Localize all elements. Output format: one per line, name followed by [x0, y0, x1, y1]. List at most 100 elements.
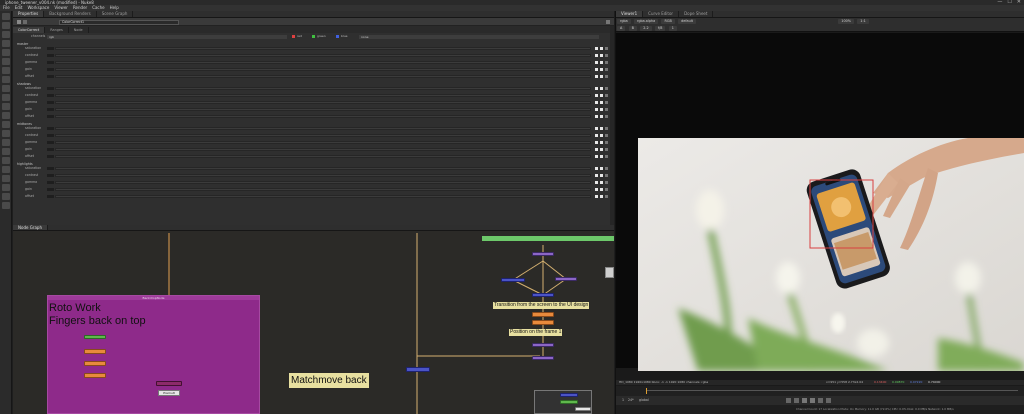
slider-master-gamma[interactable] — [55, 61, 591, 64]
slider-highlights-offset[interactable] — [55, 195, 591, 198]
value-field-shadows-gain[interactable] — [47, 108, 54, 111]
slider-shadows-gamma[interactable] — [55, 101, 591, 104]
channel-toggle-icon[interactable] — [595, 181, 598, 184]
input-b-button[interactable]: B — [628, 26, 637, 31]
transform-left-node[interactable] — [501, 278, 525, 282]
particles-tool-icon[interactable] — [2, 121, 10, 128]
channel-toggle-icon[interactable] — [605, 87, 608, 90]
value-field-highlights-offset[interactable] — [47, 195, 54, 198]
dissolve-node[interactable] — [532, 293, 554, 297]
channel-toggle-icon[interactable] — [605, 115, 608, 118]
channel-toggle-icon[interactable] — [605, 127, 608, 130]
tab-background-renders[interactable]: Background Renders — [44, 11, 97, 17]
timeline-playhead[interactable] — [646, 388, 647, 394]
filter-tool-icon[interactable] — [2, 58, 10, 65]
channel-toggle-icon[interactable] — [595, 101, 598, 104]
channel-toggle-icon[interactable] — [605, 75, 608, 78]
lower-node-1[interactable] — [560, 393, 578, 397]
deep-tool-icon[interactable] — [2, 130, 10, 137]
lower-node-2[interactable] — [560, 400, 578, 404]
value-field-master-gain[interactable] — [47, 68, 54, 71]
channel-toggle-icon[interactable] — [600, 47, 603, 50]
metadata-tool-icon[interactable] — [2, 112, 10, 119]
channel-toggle-icon[interactable] — [605, 47, 608, 50]
value-field-shadows-saturation[interactable] — [47, 87, 54, 90]
views-tool-icon[interactable] — [2, 103, 10, 110]
red-check-icon[interactable] — [292, 35, 295, 38]
slider-shadows-contrast[interactable] — [55, 94, 591, 97]
next-frame-icon[interactable] — [818, 398, 823, 403]
furnace-tool-icon[interactable] — [2, 157, 10, 164]
extra-tool-icon[interactable] — [2, 193, 10, 200]
channel-toggle-icon[interactable] — [605, 134, 608, 137]
channel-toggle-icon[interactable] — [595, 94, 598, 97]
collapse-icon[interactable] — [17, 20, 21, 24]
read-backdrop-bar[interactable] — [482, 236, 614, 241]
value-field-shadows-offset[interactable] — [47, 115, 54, 118]
position-note[interactable]: Position on the frame 1 — [509, 329, 563, 336]
orange-node-1[interactable] — [532, 312, 554, 317]
transform-tool-icon[interactable] — [2, 85, 10, 92]
channel-toggle-icon[interactable] — [605, 61, 608, 64]
value-field-shadows-contrast[interactable] — [47, 94, 54, 97]
channel-toggle-icon[interactable] — [605, 167, 608, 170]
slider-highlights-contrast[interactable] — [55, 174, 591, 177]
value-field-master-gamma[interactable] — [47, 61, 54, 64]
close-panel-icon[interactable] — [606, 20, 610, 24]
merge-tool-icon[interactable] — [2, 76, 10, 83]
tab-properties[interactable]: Properties — [13, 11, 45, 17]
roto-node[interactable] — [84, 335, 106, 339]
channel-toggle-icon[interactable] — [595, 68, 598, 71]
value-field-master-offset[interactable] — [47, 75, 54, 78]
channel-toggle-icon[interactable] — [600, 148, 603, 151]
channel-toggle-icon[interactable] — [595, 115, 598, 118]
value-field-shadows-gamma[interactable] — [47, 101, 54, 104]
gizmo-tool-icon[interactable] — [2, 175, 10, 182]
play-forward-icon[interactable] — [810, 398, 815, 403]
channel-toggle-icon[interactable] — [595, 54, 598, 57]
merge-node[interactable] — [156, 381, 182, 386]
channel-toggle-icon[interactable] — [600, 54, 603, 57]
channel-toggle-icon[interactable] — [605, 174, 608, 177]
channel-toggle-icon[interactable] — [600, 181, 603, 184]
reformat-node[interactable] — [532, 252, 554, 256]
user-tool-icon[interactable] — [2, 202, 10, 209]
transition-note[interactable]: Transition from the screen to the UI des… — [493, 302, 590, 309]
tab-scene-graph[interactable]: Scene Graph — [97, 11, 134, 17]
premult-node[interactable]: Premult — [158, 390, 180, 396]
channel-toggle-icon[interactable] — [600, 174, 603, 177]
slider-master-gain[interactable] — [55, 68, 591, 71]
lut-dropdown[interactable]: default — [678, 19, 697, 24]
purple-node-1[interactable] — [532, 343, 554, 347]
slider-shadows-gain[interactable] — [55, 108, 591, 111]
tab-dope-sheet[interactable]: Dope Sheet — [679, 11, 714, 17]
channel-toggle-icon[interactable] — [605, 148, 608, 151]
blur-node[interactable] — [84, 361, 106, 366]
tab-node[interactable]: Node — [69, 27, 89, 33]
alpha-dropdown[interactable]: rgba.alpha — [634, 19, 659, 24]
slider-midtones-saturation[interactable] — [55, 127, 591, 130]
slider-shadows-saturation[interactable] — [55, 87, 591, 90]
value-field-highlights-contrast[interactable] — [47, 174, 54, 177]
channel-toggle-icon[interactable] — [595, 47, 598, 50]
draw-tool-icon[interactable] — [2, 22, 10, 29]
fstop-field[interactable]: f/8 — [654, 26, 666, 31]
slider-master-contrast[interactable] — [55, 54, 591, 57]
channel-toggle-icon[interactable] — [595, 127, 598, 130]
purple-node-2[interactable] — [532, 356, 554, 360]
slider-midtones-contrast[interactable] — [55, 134, 591, 137]
channel-toggle-icon[interactable] — [595, 108, 598, 111]
value-field-midtones-contrast[interactable] — [47, 134, 54, 137]
prev-frame-icon[interactable] — [794, 398, 799, 403]
channel-dropdown[interactable]: rgba — [617, 19, 631, 24]
channel-toggle-icon[interactable] — [600, 127, 603, 130]
cornerpin-node[interactable] — [406, 367, 430, 372]
color-tool-icon[interactable] — [2, 49, 10, 56]
first-frame-icon[interactable] — [786, 398, 791, 403]
blue-check-icon[interactable] — [336, 35, 339, 38]
channel-toggle-icon[interactable] — [600, 61, 603, 64]
slider-midtones-offset[interactable] — [55, 155, 591, 158]
channel-toggle-icon[interactable] — [595, 134, 598, 137]
value-field-highlights-gain[interactable] — [47, 188, 54, 191]
time-tool-icon[interactable] — [2, 31, 10, 38]
